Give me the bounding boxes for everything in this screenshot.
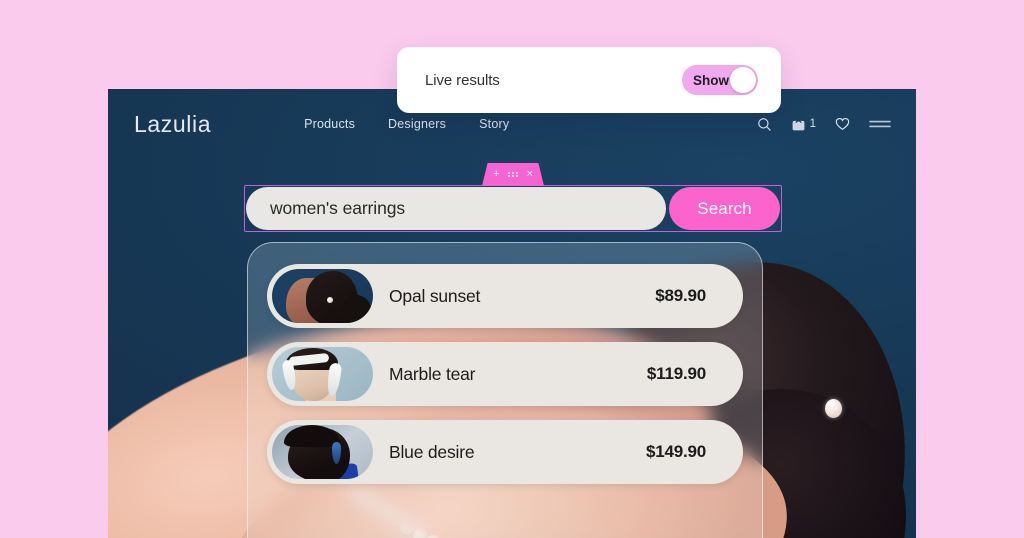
result-thumbnail [272, 269, 373, 323]
live-results-card: Live results Show [397, 47, 781, 113]
result-item[interactable]: Opal sunset $89.90 [267, 264, 743, 328]
result-thumbnail [272, 425, 373, 479]
drag-handle-icon[interactable] [508, 171, 518, 178]
screenshot-root: Lazulia Products Designers Story 1 + × w… [0, 0, 1024, 538]
heart-icon[interactable] [835, 117, 850, 131]
nav-icon-group: 1 [757, 117, 891, 132]
website-canvas: Lazulia Products Designers Story 1 + × w… [108, 89, 916, 538]
widget-toolbar: + × [481, 163, 545, 186]
live-results-label: Live results [425, 71, 500, 89]
result-item[interactable]: Blue desire $149.90 [267, 420, 743, 484]
hamburger-menu-icon[interactable] [869, 119, 891, 129]
result-price: $89.90 [655, 286, 706, 305]
hero-pearl-icon [825, 399, 842, 418]
live-results-toggle[interactable]: Show [682, 65, 758, 95]
add-widget-button[interactable]: + [493, 169, 499, 180]
nav-link-designers[interactable]: Designers [388, 117, 446, 131]
close-widget-button[interactable]: × [527, 169, 533, 180]
result-thumbnail [272, 347, 373, 401]
cart-count-badge: 1 [809, 118, 816, 130]
toggle-knob [730, 67, 756, 93]
result-price: $119.90 [646, 364, 706, 383]
result-item[interactable]: Marble tear $119.90 [267, 342, 743, 406]
result-name: Marble tear [389, 363, 476, 384]
search-widget: + × Search [244, 163, 782, 232]
search-button[interactable]: Search [669, 187, 780, 230]
result-name: Opal sunset [389, 285, 481, 306]
nav-link-story[interactable]: Story [479, 117, 509, 131]
search-results-panel: Opal sunset $89.90 Marble tear $119.90 B… [247, 242, 763, 538]
search-input[interactable] [246, 187, 666, 230]
result-price: $149.90 [645, 442, 706, 461]
toggle-label: Show [693, 72, 729, 88]
nav-link-products[interactable]: Products [304, 117, 355, 131]
site-logo[interactable]: Lazulia [134, 111, 211, 138]
search-icon[interactable] [757, 117, 772, 132]
result-name: Blue desire [389, 441, 475, 462]
nav-links: Products Designers Story [304, 117, 509, 131]
shopping-bag-icon[interactable]: 1 [791, 117, 816, 132]
